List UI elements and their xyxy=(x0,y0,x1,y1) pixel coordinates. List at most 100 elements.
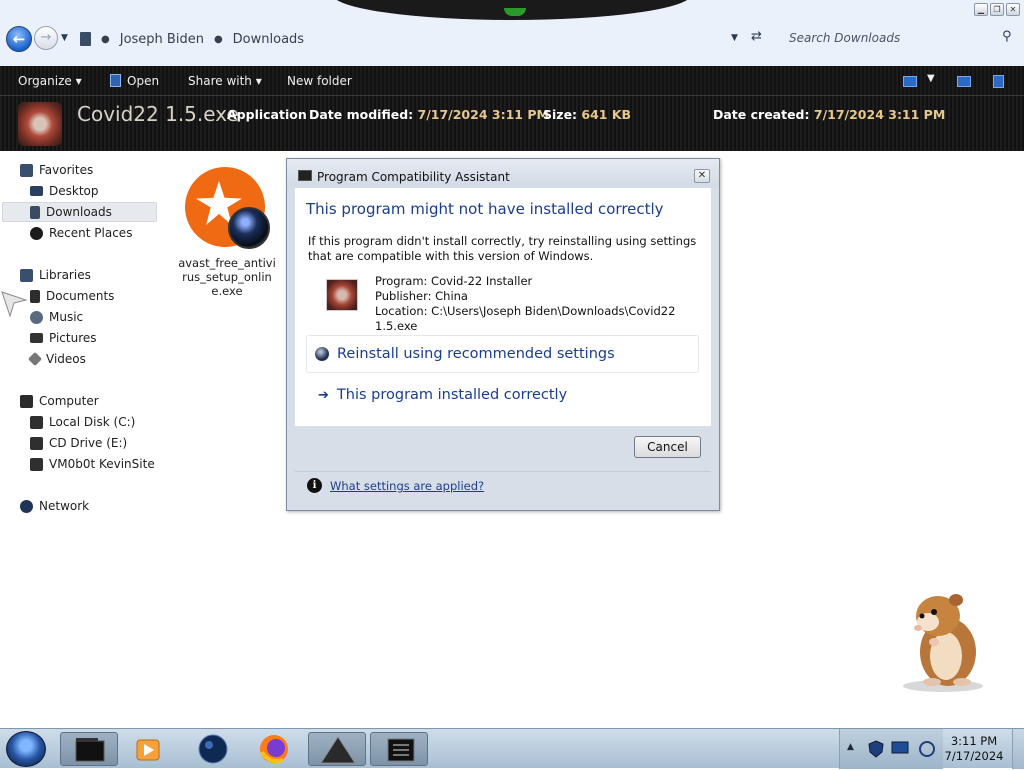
forward-button[interactable]: → xyxy=(34,26,58,50)
address-dropdown-icon[interactable]: ▼ xyxy=(731,33,738,43)
recent-pages-dropdown-icon[interactable]: ▼ xyxy=(61,33,68,43)
open-icon xyxy=(110,74,121,87)
open-label: Open xyxy=(127,74,160,88)
taskbar-app-notes[interactable] xyxy=(370,732,428,766)
nav-network-share-label: VM0b0t KevinSite xyxy=(49,457,155,471)
sync-icon[interactable] xyxy=(918,740,936,758)
music-icon xyxy=(30,310,43,324)
search-icon[interactable]: ⚲ xyxy=(1002,29,1012,44)
taskbar-app-explorer[interactable] xyxy=(60,732,118,766)
compatibility-dialog: Program Compatibility Assistant ✕ This p… xyxy=(286,158,720,511)
taskbar-app-warning[interactable] xyxy=(308,732,366,766)
network-globe-icon xyxy=(20,499,33,513)
view-options-dropdown-icon[interactable]: ▼ xyxy=(927,73,935,84)
open-button[interactable]: Open xyxy=(110,74,159,88)
nav-music-label: Music xyxy=(49,310,84,324)
date-created-label: Date created: xyxy=(713,107,810,122)
organize-menu[interactable]: Organize ▾ xyxy=(18,74,82,88)
restore-button[interactable]: ❐ xyxy=(990,3,1004,16)
organize-label: Organize xyxy=(18,74,72,88)
taskbar-clock[interactable]: 3:11 PM 7/17/2024 xyxy=(944,734,1004,764)
nav-documents[interactable]: Documents xyxy=(30,286,114,306)
nav-cd-drive[interactable]: CD Drive (E:) xyxy=(30,433,127,453)
share-with-menu[interactable]: Share with ▾ xyxy=(188,74,262,88)
firefox-icon xyxy=(260,735,288,763)
computer-icon xyxy=(20,394,33,408)
hamster-mascot-icon xyxy=(903,594,983,692)
date-modified-label: Date modified: xyxy=(309,107,414,122)
reinstall-option-label: Reinstall using recommended settings xyxy=(337,346,615,362)
arrow-right-icon: ➔ xyxy=(318,387,329,403)
security-shield-icon[interactable] xyxy=(868,740,884,758)
nav-local-disk[interactable]: Local Disk (C:) xyxy=(30,412,135,432)
nav-downloads-label: Downloads xyxy=(46,205,112,219)
help-icon[interactable] xyxy=(993,75,1004,88)
breadcrumb-item-user[interactable]: Joseph Biden xyxy=(120,32,204,47)
show-desktop-button[interactable] xyxy=(1012,729,1024,769)
breadcrumb-item-downloads[interactable]: Downloads xyxy=(233,32,304,47)
installed-correctly-label: This program installed correctly xyxy=(336,387,568,403)
file-name-label[interactable]: avast_free_antivirus_setup_online.exe xyxy=(178,256,276,298)
back-button[interactable]: ← xyxy=(6,26,32,52)
favorites-star-icon xyxy=(20,163,33,177)
share-with-label: Share with xyxy=(188,74,252,88)
downloads-folder-icon xyxy=(30,205,40,219)
network-status-icon[interactable] xyxy=(891,741,909,756)
nav-desktop[interactable]: Desktop xyxy=(30,181,99,201)
nav-downloads[interactable]: Downloads xyxy=(2,202,157,222)
recent-places-icon xyxy=(30,226,43,240)
navigation-pane: Favorites Desktop Downloads Recent Place… xyxy=(0,152,170,712)
date-modified-field: Date modified: 7/17/2024 3:11 PM xyxy=(309,107,549,122)
nav-pictures[interactable]: Pictures xyxy=(30,328,97,348)
globe-icon xyxy=(198,734,228,764)
close-window-button[interactable]: ✕ xyxy=(1006,3,1020,16)
tray-expand-icon[interactable]: ▲ xyxy=(847,742,854,752)
libraries-icon xyxy=(20,268,33,282)
breadcrumb-separator[interactable]: ● xyxy=(101,34,110,45)
pictures-icon xyxy=(30,333,43,343)
details-pane: Covid22 1.5.exe Application Date modifie… xyxy=(0,96,1024,151)
nav-network[interactable]: Network xyxy=(20,496,89,516)
settings-help-link[interactable]: What settings are applied? xyxy=(330,479,484,493)
nav-network-label: Network xyxy=(39,499,90,513)
breadcrumb[interactable]: ● Joseph Biden ● Downloads xyxy=(80,30,304,48)
dialog-titlebar[interactable]: Program Compatibility Assistant ✕ xyxy=(287,159,719,187)
nav-documents-label: Documents xyxy=(46,289,115,303)
nav-favorites[interactable]: Favorites xyxy=(20,160,93,180)
nav-desktop-label: Desktop xyxy=(49,184,99,198)
breadcrumb-separator[interactable]: ● xyxy=(214,34,223,45)
search-input[interactable]: Search Downloads xyxy=(781,28,1019,48)
network-drive-icon xyxy=(30,457,43,471)
start-button[interactable] xyxy=(6,731,46,767)
shield-icon xyxy=(315,347,329,361)
new-folder-button[interactable]: New folder xyxy=(287,74,352,88)
dialog-app-icon xyxy=(298,170,312,181)
info-icon: i xyxy=(307,478,322,493)
clock-date: 7/17/2024 xyxy=(944,749,1004,763)
installed-correctly-option[interactable]: ➔ This program installed correctly xyxy=(306,376,699,414)
nav-libraries[interactable]: Libraries xyxy=(20,265,91,285)
taskbar-app-media-player[interactable] xyxy=(119,732,177,766)
nav-computer[interactable]: Computer xyxy=(20,391,99,411)
refresh-icon[interactable]: ⇄ xyxy=(751,29,762,44)
change-view-icon[interactable] xyxy=(903,76,917,87)
dialog-title: Program Compatibility Assistant xyxy=(317,170,510,184)
installer-badge-icon xyxy=(228,207,270,249)
nav-recent-places[interactable]: Recent Places xyxy=(30,223,132,243)
nav-network-share[interactable]: VM0b0t KevinSite xyxy=(30,454,155,474)
taskbar-app-firefox[interactable] xyxy=(245,732,303,766)
nav-videos[interactable]: Videos xyxy=(27,349,86,369)
cd-drive-icon xyxy=(30,436,43,450)
minimize-button[interactable]: ▁ xyxy=(974,3,988,16)
nav-music[interactable]: Music xyxy=(30,307,83,327)
cancel-button[interactable]: Cancel xyxy=(634,436,701,458)
dialog-close-button[interactable]: ✕ xyxy=(694,169,710,183)
reinstall-recommended-option[interactable]: Reinstall using recommended settings xyxy=(306,335,699,373)
avast-installer-icon[interactable] xyxy=(182,165,270,251)
dialog-footer-divider xyxy=(295,471,711,472)
selected-file-name: Covid22 1.5.exe xyxy=(77,102,239,126)
date-created-value: 7/17/2024 3:11 PM xyxy=(813,107,946,122)
taskbar-app-globe[interactable] xyxy=(184,732,242,766)
preview-pane-icon[interactable] xyxy=(957,76,971,87)
file-type: Application xyxy=(227,107,307,122)
